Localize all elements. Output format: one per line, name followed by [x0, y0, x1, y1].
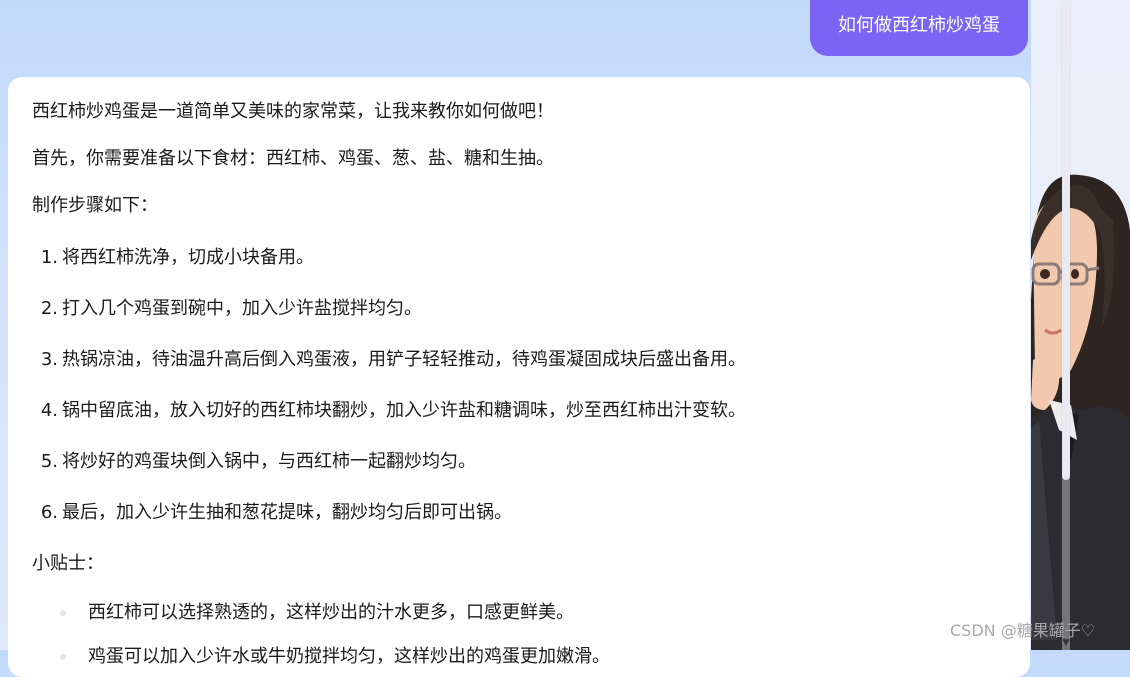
assistant-avatar [1031, 0, 1130, 650]
step-number: 5. [40, 451, 58, 472]
step-item: 4. 锅中留底油，放入切好的西红柿块翻炒，加入少许盐和糖调味，炒至西红柿出汁变软… [32, 391, 1006, 442]
step-number: 1. [40, 247, 58, 268]
tips-list: 西红柿可以选择熟透的，这样炒出的汁水更多，口感更鲜美。 鸡蛋可以加入少许水或牛奶… [32, 591, 1006, 677]
tip-text: 西红柿可以选择熟透的，这样炒出的汁水更多，口感更鲜美。 [88, 602, 574, 623]
step-text: 锅中留底油，放入切好的西红柿块翻炒，加入少许盐和糖调味，炒至西红柿出汁变软。 [62, 400, 746, 421]
tip-item: 鸡蛋可以加入少许水或牛奶搅拌均匀，这样炒出的鸡蛋更加嫩滑。 [32, 635, 1006, 677]
step-item: 6. 最后，加入少许生抽和葱花提味，翻炒均匀后即可出锅。 [32, 493, 1006, 544]
reply-intro: 西红柿炒鸡蛋是一道简单又美味的家常菜，让我来教你如何做吧！ [32, 101, 554, 122]
tip-text: 鸡蛋可以加入少许水或牛奶搅拌均匀，这样炒出的鸡蛋更加嫩滑。 [88, 646, 610, 667]
user-message-bubble: 如何做西红柿炒鸡蛋 [810, 0, 1028, 56]
step-text: 热锅凉油，待油温升高后倒入鸡蛋液，用铲子轻轻推动，待鸡蛋凝固成块后盛出备用。 [62, 349, 746, 370]
step-text: 将西红柿洗净，切成小块备用。 [62, 247, 314, 268]
tip-item: 西红柿可以选择熟透的，这样炒出的汁水更多，口感更鲜美。 [32, 591, 1006, 635]
reply-ingredients: 首先，你需要准备以下食材：西红柿、鸡蛋、葱、盐、糖和生抽。 [32, 148, 554, 169]
step-text: 最后，加入少许生抽和葱花提味，翻炒均匀后即可出锅。 [62, 502, 512, 523]
scrollbar-thumb[interactable] [1062, 0, 1070, 480]
step-item: 3. 热锅凉油，待油温升高后倒入鸡蛋液，用铲子轻轻推动，待鸡蛋凝固成块后盛出备用… [32, 340, 1006, 391]
step-number: 2. [40, 298, 58, 319]
assistant-reply-content: 西红柿炒鸡蛋是一道简单又美味的家常菜，让我来教你如何做吧！ 首先，你需要准备以下… [8, 77, 1030, 677]
step-item: 1. 将西红柿洗净，切成小块备用。 [32, 238, 1006, 289]
step-item: 5. 将炒好的鸡蛋块倒入锅中，与西红柿一起翻炒均匀。 [32, 442, 1006, 493]
reply-steps-title: 制作步骤如下： [32, 195, 158, 216]
step-number: 3. [40, 349, 58, 370]
assistant-reply-card: 西红柿炒鸡蛋是一道简单又美味的家常菜，让我来教你如何做吧！ 首先，你需要准备以下… [8, 77, 1030, 677]
avatar-illustration [1031, 174, 1130, 650]
bullet-dot-icon [60, 610, 66, 616]
steps-list: 1. 将西红柿洗净，切成小块备用。 2. 打入几个鸡蛋到碗中，加入少许盐搅拌均匀… [32, 238, 1006, 544]
step-item: 2. 打入几个鸡蛋到碗中，加入少许盐搅拌均匀。 [32, 289, 1006, 340]
tips-title: 小贴士： [32, 553, 104, 574]
step-text: 将炒好的鸡蛋块倒入锅中，与西红柿一起翻炒均匀。 [62, 451, 476, 472]
bullet-dot-icon [60, 654, 66, 660]
csdn-watermark: CSDN @糖果罐子♡ [950, 621, 1096, 640]
step-number: 4. [40, 400, 58, 421]
step-text: 打入几个鸡蛋到碗中，加入少许盐搅拌均匀。 [62, 298, 422, 319]
step-number: 6. [40, 502, 58, 523]
